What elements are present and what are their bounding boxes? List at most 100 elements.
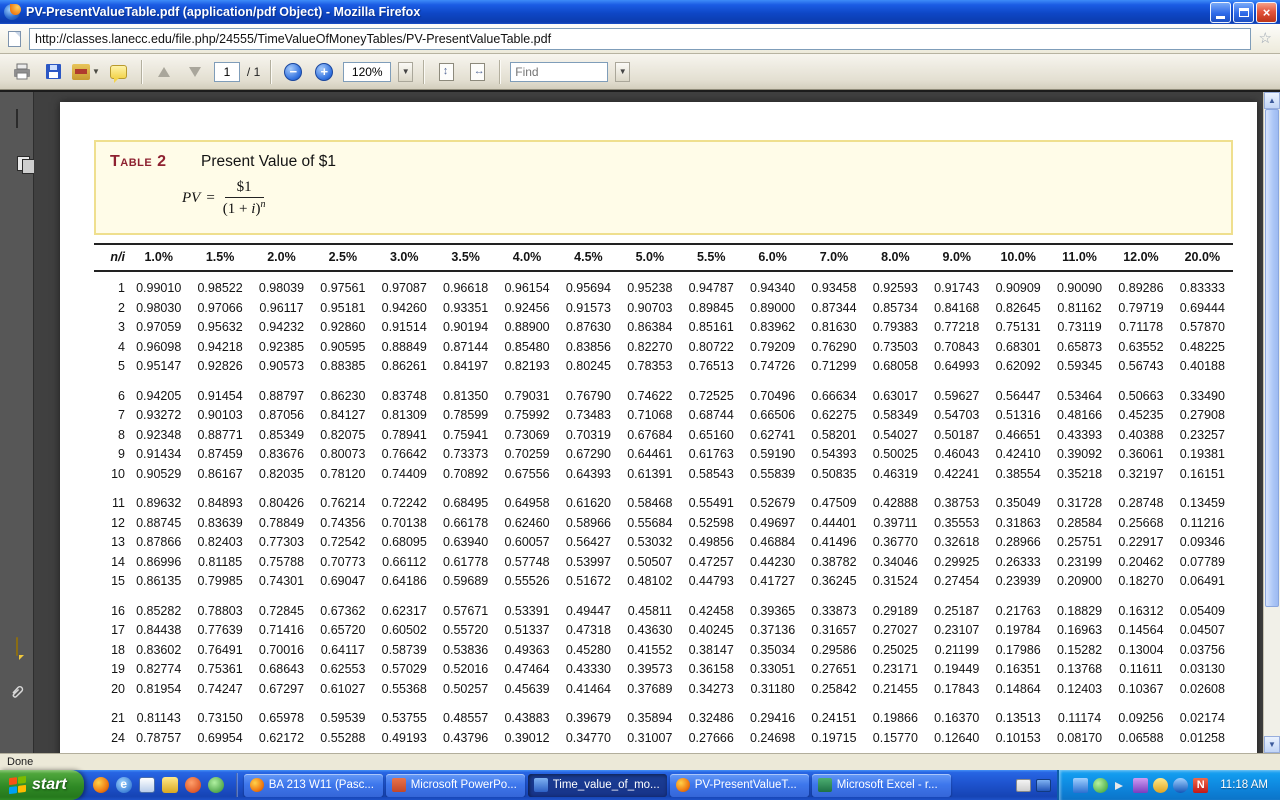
keyboard-icon[interactable] bbox=[1016, 779, 1031, 792]
messenger-icon[interactable] bbox=[208, 777, 224, 793]
alert-icon[interactable] bbox=[1153, 778, 1168, 793]
value-cell: 0.59539 bbox=[312, 711, 373, 725]
navigation-panel bbox=[0, 92, 34, 753]
scroll-track[interactable] bbox=[1264, 109, 1280, 736]
firefox-quicklaunch-icon[interactable] bbox=[93, 777, 109, 793]
close-button[interactable]: × bbox=[1256, 2, 1277, 23]
url-input[interactable] bbox=[29, 28, 1251, 50]
value-cell: 0.88745 bbox=[128, 516, 189, 530]
print-button[interactable] bbox=[10, 59, 34, 85]
bookmark-star-icon[interactable]: ☆ bbox=[1259, 31, 1272, 46]
taskbar-task-button[interactable]: Time_value_of_mo... bbox=[528, 774, 667, 797]
value-cell: 0.74409 bbox=[374, 467, 435, 481]
scroll-up-button[interactable]: ▲ bbox=[1264, 92, 1280, 109]
taskbar-task-button[interactable]: PV-PresentValueT... bbox=[670, 774, 809, 797]
pdf-page: Table 2 Present Value of $1 PV = $1 (1 +… bbox=[60, 102, 1257, 753]
show-desktop-icon[interactable] bbox=[139, 777, 155, 793]
clock: 11:18 AM bbox=[1220, 779, 1268, 791]
value-cell: 0.89845 bbox=[681, 301, 742, 315]
network-icon[interactable] bbox=[1073, 778, 1088, 793]
volume-icon[interactable] bbox=[1113, 778, 1128, 793]
value-cell: 0.85480 bbox=[496, 340, 557, 354]
scroll-thumb[interactable] bbox=[1265, 109, 1279, 607]
value-cell: 0.43630 bbox=[619, 623, 680, 637]
value-cell: 0.11216 bbox=[1172, 516, 1233, 530]
messenger-tray-icon[interactable] bbox=[1133, 778, 1148, 793]
start-button[interactable]: start bbox=[0, 770, 84, 800]
value-cell: 0.92348 bbox=[128, 428, 189, 442]
value-cell: 0.69954 bbox=[189, 731, 250, 745]
value-cell: 0.67362 bbox=[312, 604, 373, 618]
safely-remove-hardware-icon[interactable] bbox=[1173, 778, 1188, 793]
pages-panel-button[interactable] bbox=[16, 110, 18, 128]
document-icon bbox=[534, 778, 548, 792]
value-cell: 0.78803 bbox=[189, 604, 250, 618]
find-dropdown-button[interactable]: ▼ bbox=[615, 62, 630, 82]
page-number-input[interactable] bbox=[214, 62, 240, 82]
value-cell: 0.55491 bbox=[681, 496, 742, 510]
scroll-down-button[interactable]: ▼ bbox=[1264, 736, 1280, 753]
value-cell: 0.33490 bbox=[1172, 389, 1233, 403]
formula-denominator: (1 + i)n bbox=[223, 198, 266, 218]
monitor-icon[interactable] bbox=[1036, 779, 1051, 792]
value-cell: 0.82774 bbox=[128, 662, 189, 676]
value-cell: 0.79985 bbox=[189, 574, 250, 588]
taskbar-task-button[interactable]: Microsoft PowerPo... bbox=[386, 774, 525, 797]
value-cell: 0.50025 bbox=[865, 447, 926, 461]
value-cell: 0.15282 bbox=[1049, 643, 1110, 657]
value-cell: 0.45280 bbox=[558, 643, 619, 657]
value-cell: 0.31863 bbox=[987, 516, 1048, 530]
zoom-out-button[interactable]: − bbox=[281, 59, 305, 85]
maximize-button[interactable] bbox=[1233, 2, 1254, 23]
value-cell: 0.74622 bbox=[619, 389, 680, 403]
vertical-scrollbar[interactable]: ▲ ▼ bbox=[1263, 92, 1280, 753]
value-cell: 0.83602 bbox=[128, 643, 189, 657]
previous-page-button[interactable] bbox=[152, 59, 176, 85]
value-cell: 0.80426 bbox=[251, 496, 312, 510]
internet-explorer-icon[interactable]: e bbox=[116, 777, 132, 793]
value-cell: 0.92456 bbox=[496, 301, 557, 315]
value-cell: 0.24151 bbox=[803, 711, 864, 725]
zoom-in-button[interactable]: + bbox=[312, 59, 336, 85]
taskbar-task-button[interactable]: Microsoft Excel - r... bbox=[812, 774, 951, 797]
fit-width-button[interactable] bbox=[465, 59, 489, 85]
row-group-gap bbox=[94, 376, 1233, 386]
value-cell: 0.65160 bbox=[681, 428, 742, 442]
value-cell: 0.90090 bbox=[1049, 281, 1110, 295]
find-input[interactable] bbox=[510, 62, 608, 82]
formula-equals: = bbox=[206, 190, 214, 207]
zoom-level-display[interactable]: 120% bbox=[343, 62, 391, 82]
taskbar-divider bbox=[236, 773, 238, 797]
norton-antivirus-icon[interactable]: N bbox=[1193, 778, 1208, 793]
value-cell: 0.58966 bbox=[558, 516, 619, 530]
value-cell: 0.58201 bbox=[803, 428, 864, 442]
value-cell: 0.62172 bbox=[251, 731, 312, 745]
zoom-dropdown-button[interactable]: ▼ bbox=[398, 62, 413, 82]
taskbar-task-button[interactable]: BA 213 W11 (Pasc... bbox=[244, 774, 383, 797]
value-cell: 0.93272 bbox=[128, 408, 189, 422]
sign-button[interactable]: ▼ bbox=[72, 59, 100, 85]
comment-button[interactable] bbox=[107, 59, 131, 85]
value-cell: 0.73373 bbox=[435, 447, 496, 461]
attachments-panel-button[interactable] bbox=[9, 684, 25, 707]
period-cell: 15 bbox=[94, 574, 128, 588]
value-cell: 0.89632 bbox=[128, 496, 189, 510]
comments-panel-button[interactable] bbox=[16, 638, 18, 656]
outlook-icon[interactable] bbox=[162, 777, 178, 793]
scrolling-mode-button[interactable] bbox=[434, 59, 458, 85]
update-shield-icon[interactable] bbox=[1093, 778, 1108, 793]
value-cell: 0.62275 bbox=[803, 408, 864, 422]
value-cell: 0.42458 bbox=[681, 604, 742, 618]
value-cell: 0.68058 bbox=[865, 359, 926, 373]
column-header: 3.0% bbox=[374, 250, 435, 264]
minimize-button[interactable] bbox=[1210, 2, 1231, 23]
period-cell: 13 bbox=[94, 535, 128, 549]
save-button[interactable] bbox=[41, 59, 65, 85]
media-player-icon[interactable] bbox=[185, 777, 201, 793]
next-page-button[interactable] bbox=[183, 59, 207, 85]
status-text: Done bbox=[7, 756, 33, 768]
value-cell: 0.69047 bbox=[312, 574, 373, 588]
window-title: PV-PresentValueTable.pdf (application/pd… bbox=[20, 5, 1208, 19]
address-bar: ☆ bbox=[0, 24, 1280, 54]
value-cell: 0.55288 bbox=[312, 731, 373, 745]
